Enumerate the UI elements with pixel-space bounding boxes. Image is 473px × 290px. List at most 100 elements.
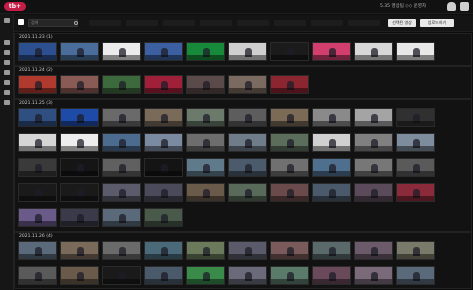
video-thumbnail[interactable] [144,133,183,152]
select-all-button[interactable]: 선택된 영상 [388,19,416,27]
video-thumbnail[interactable] [354,133,393,152]
filter-4[interactable] [200,20,232,26]
video-thumbnail[interactable] [312,108,351,127]
video-thumbnail[interactable] [60,208,99,227]
video-thumbnail[interactable] [396,42,435,61]
search-icon[interactable] [74,21,78,25]
video-thumbnail[interactable] [186,183,225,202]
video-thumbnail[interactable] [186,108,225,127]
video-icon[interactable] [4,50,10,55]
video-thumbnail[interactable] [354,108,393,127]
video-thumbnail[interactable] [270,183,309,202]
filter-2[interactable] [126,20,158,26]
video-thumbnail[interactable] [228,75,267,94]
upload-button[interactable]: 업로드하기 [420,19,454,27]
video-thumbnail[interactable] [144,208,183,227]
video-thumbnail[interactable] [60,266,99,285]
video-thumbnail[interactable] [102,266,141,285]
video-thumbnail[interactable] [18,42,57,61]
video-thumbnail[interactable] [18,183,57,202]
video-thumbnail[interactable] [270,133,309,152]
video-thumbnail[interactable] [312,241,351,260]
video-thumbnail[interactable] [354,42,393,61]
video-thumbnail[interactable] [312,183,351,202]
filter-5[interactable] [237,20,269,26]
video-thumbnail[interactable] [312,133,351,152]
video-thumbnail[interactable] [102,208,141,227]
video-thumbnail[interactable] [228,133,267,152]
calendar-icon[interactable] [4,70,10,75]
video-thumbnail[interactable] [102,183,141,202]
video-thumbnail[interactable] [228,42,267,61]
video-thumbnail[interactable] [312,158,351,177]
video-thumbnail[interactable] [186,241,225,260]
video-thumbnail[interactable] [144,158,183,177]
video-thumbnail[interactable] [228,183,267,202]
image-icon[interactable] [4,40,10,45]
select-all-checkbox[interactable] [18,19,24,25]
filter-8[interactable] [348,20,380,26]
video-thumbnail[interactable] [312,266,351,285]
video-thumbnail[interactable] [60,183,99,202]
video-thumbnail[interactable] [396,158,435,177]
video-thumbnail[interactable] [144,75,183,94]
video-thumbnail[interactable] [60,241,99,260]
filter-7[interactable] [311,20,343,26]
video-thumbnail[interactable] [102,133,141,152]
video-thumbnail[interactable] [60,133,99,152]
video-thumbnail[interactable] [270,108,309,127]
folder-icon[interactable] [4,60,10,65]
video-thumbnail[interactable] [144,108,183,127]
filter-6[interactable] [274,20,306,26]
video-thumbnail[interactable] [354,158,393,177]
video-thumbnail[interactable] [228,108,267,127]
app-logo[interactable]: tb+ [4,2,26,11]
video-thumbnail[interactable] [270,266,309,285]
video-thumbnail[interactable] [102,241,141,260]
video-thumbnail[interactable] [144,241,183,260]
video-thumbnail[interactable] [102,42,141,61]
video-thumbnail[interactable] [270,241,309,260]
video-thumbnail[interactable] [60,158,99,177]
video-thumbnail[interactable] [102,108,141,127]
video-thumbnail[interactable] [186,42,225,61]
star-icon[interactable] [4,18,10,23]
video-thumbnail[interactable] [18,108,57,127]
video-thumbnail[interactable] [102,75,141,94]
video-thumbnail[interactable] [396,241,435,260]
video-thumbnail[interactable] [228,266,267,285]
logout-icon[interactable] [460,2,469,11]
video-thumbnail[interactable] [396,183,435,202]
video-thumbnail[interactable] [102,158,141,177]
video-thumbnail[interactable] [312,42,351,61]
video-thumbnail[interactable] [354,266,393,285]
video-thumbnail[interactable] [60,75,99,94]
video-thumbnail[interactable] [396,266,435,285]
cloud-icon[interactable] [447,2,456,11]
video-thumbnail[interactable] [18,266,57,285]
video-thumbnail[interactable] [60,42,99,61]
video-thumbnail[interactable] [18,133,57,152]
video-thumbnail[interactable] [270,42,309,61]
video-thumbnail[interactable] [354,241,393,260]
video-thumbnail[interactable] [144,266,183,285]
video-thumbnail[interactable] [60,108,99,127]
video-thumbnail[interactable] [186,158,225,177]
video-thumbnail[interactable] [228,241,267,260]
search-input[interactable]: 검색 [28,19,78,27]
list-icon[interactable] [4,90,10,95]
video-thumbnail[interactable] [18,208,57,227]
video-thumbnail[interactable] [270,158,309,177]
video-thumbnail[interactable] [186,266,225,285]
video-thumbnail[interactable] [186,133,225,152]
video-thumbnail[interactable] [396,133,435,152]
video-thumbnail[interactable] [18,158,57,177]
trash-icon[interactable] [4,100,10,105]
edit-icon[interactable] [4,80,10,85]
video-thumbnail[interactable] [228,158,267,177]
filter-3[interactable] [163,20,195,26]
video-thumbnail[interactable] [144,183,183,202]
video-thumbnail[interactable] [396,108,435,127]
video-thumbnail[interactable] [18,75,57,94]
video-thumbnail[interactable] [186,75,225,94]
